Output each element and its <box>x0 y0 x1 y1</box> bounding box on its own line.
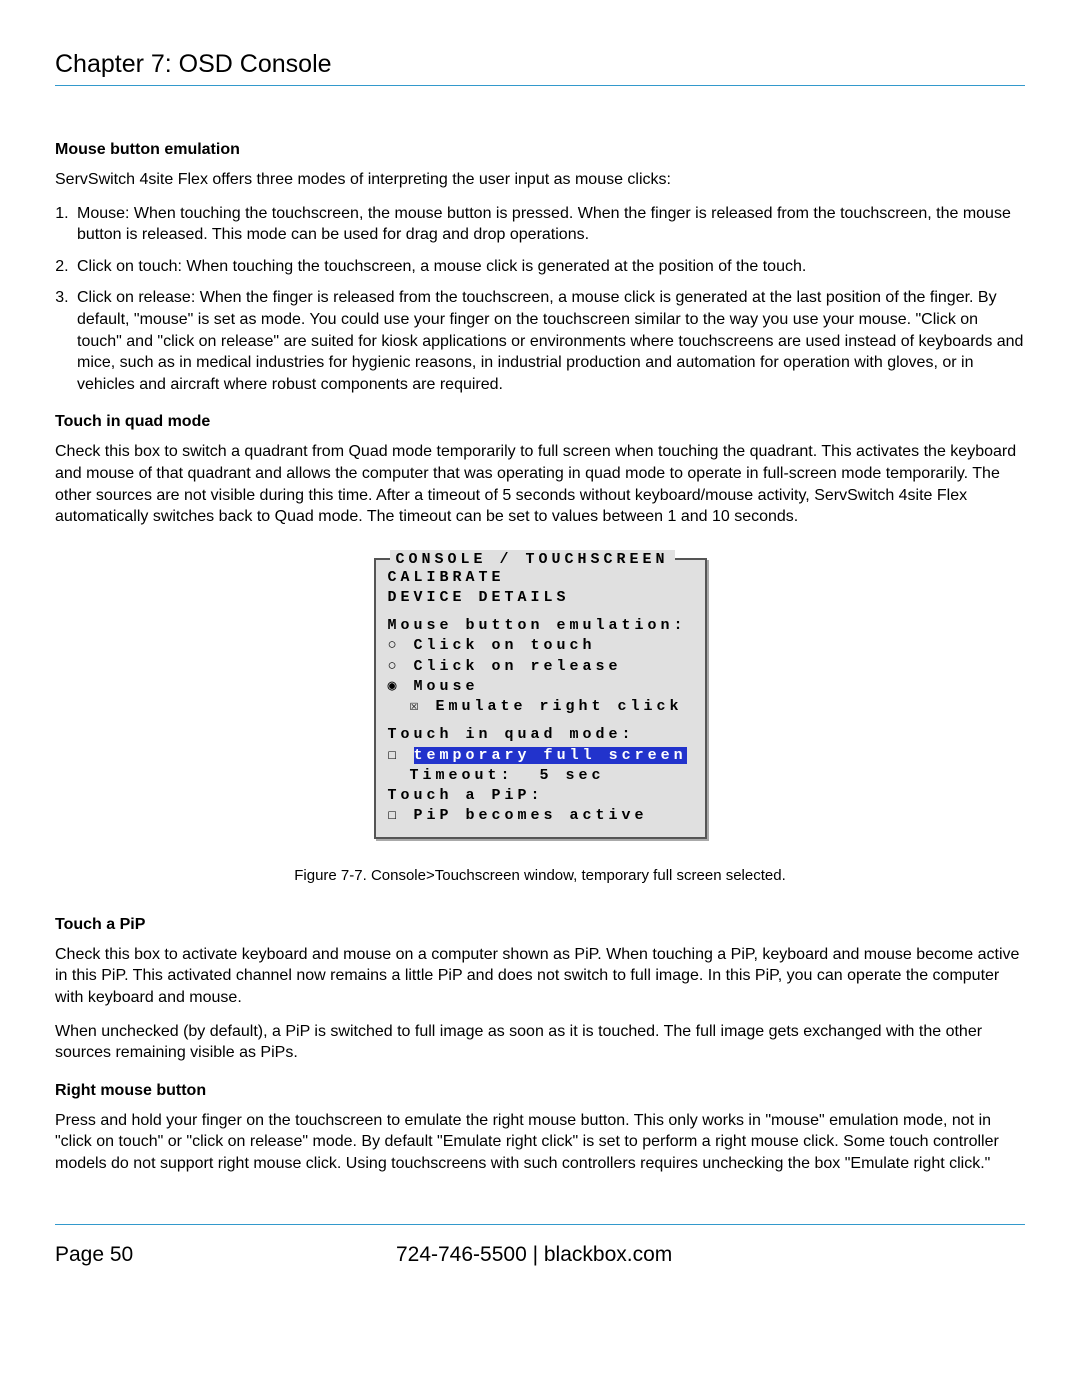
osd-timeout[interactable]: Timeout: 5 sec <box>388 766 605 786</box>
page: Chapter 7: OSD Console Mouse button emul… <box>0 0 1080 1307</box>
osd-window: CONSOLE / TOUCHSCREEN CALIBRATE DEVICE D… <box>374 558 707 839</box>
page-number: Page 50 <box>55 1243 133 1267</box>
osd-radio-click-on-release[interactable]: ○ Click on release <box>388 657 693 677</box>
osd-title: CONSOLE / TOUCHSCREEN <box>390 550 675 570</box>
footer: Page 50 724-746-5500 | blackbox.com <box>55 1243 1025 1267</box>
paragraph: Check this box to activate keyboard and … <box>55 944 1025 1009</box>
figure-caption: Figure 7-7. Console>Touchscreen window, … <box>55 867 1025 884</box>
footer-site: blackbox.com <box>544 1243 672 1266</box>
paragraph: Press and hold your finger on the touchs… <box>55 1110 1025 1175</box>
heading-touch-a-pip: Touch a PiP <box>55 916 1025 934</box>
intro-paragraph: ServSwitch 4site Flex offers three modes… <box>55 169 1025 191</box>
osd-touch-quad-label: Touch in quad mode: <box>388 725 693 745</box>
osd-checkbox-emulate-right-click[interactable]: ☒ Emulate right click <box>388 697 683 717</box>
osd-radio-mouse[interactable]: ◉ Mouse <box>388 677 693 697</box>
osd-checkbox-temp-fullscreen[interactable]: ☐ <box>388 747 414 764</box>
osd-calibrate[interactable]: CALIBRATE <box>388 568 693 588</box>
paragraph: Check this box to switch a quadrant from… <box>55 441 1025 527</box>
figure: CONSOLE / TOUCHSCREEN CALIBRATE DEVICE D… <box>55 558 1025 884</box>
heading-touch-in-quad: Touch in quad mode <box>55 413 1025 431</box>
osd-radio-click-on-touch[interactable]: ○ Click on touch <box>388 636 693 656</box>
paragraph: When unchecked (by default), a PiP is sw… <box>55 1021 1025 1064</box>
osd-device-details[interactable]: DEVICE DETAILS <box>388 588 693 608</box>
footer-sep: | <box>527 1243 544 1266</box>
heading-right-mouse-button: Right mouse button <box>55 1082 1025 1100</box>
osd-checkbox-pip-active[interactable]: ☐ PiP becomes active <box>388 806 693 826</box>
osd-temp-fullscreen-label[interactable]: temporary full screen <box>414 747 687 764</box>
list-item: Mouse: When touching the touchscreen, th… <box>73 203 1025 246</box>
footer-phone: 724-746-5500 <box>396 1243 527 1266</box>
list-item: Click on touch: When touching the touchs… <box>73 256 1025 278</box>
divider-top <box>55 85 1025 86</box>
chapter-title: Chapter 7: OSD Console <box>55 50 1025 79</box>
osd-touch-pip-label: Touch a PiP: <box>388 786 693 806</box>
divider-bottom <box>55 1224 1025 1225</box>
heading-mouse-button-emulation: Mouse button emulation <box>55 141 1025 159</box>
list-item: Click on release: When the finger is rel… <box>73 287 1025 395</box>
osd-mbe-label: Mouse button emulation: <box>388 616 693 636</box>
emulation-mode-list: Mouse: When touching the touchscreen, th… <box>55 203 1025 396</box>
footer-contact: 724-746-5500 | blackbox.com <box>133 1243 935 1267</box>
